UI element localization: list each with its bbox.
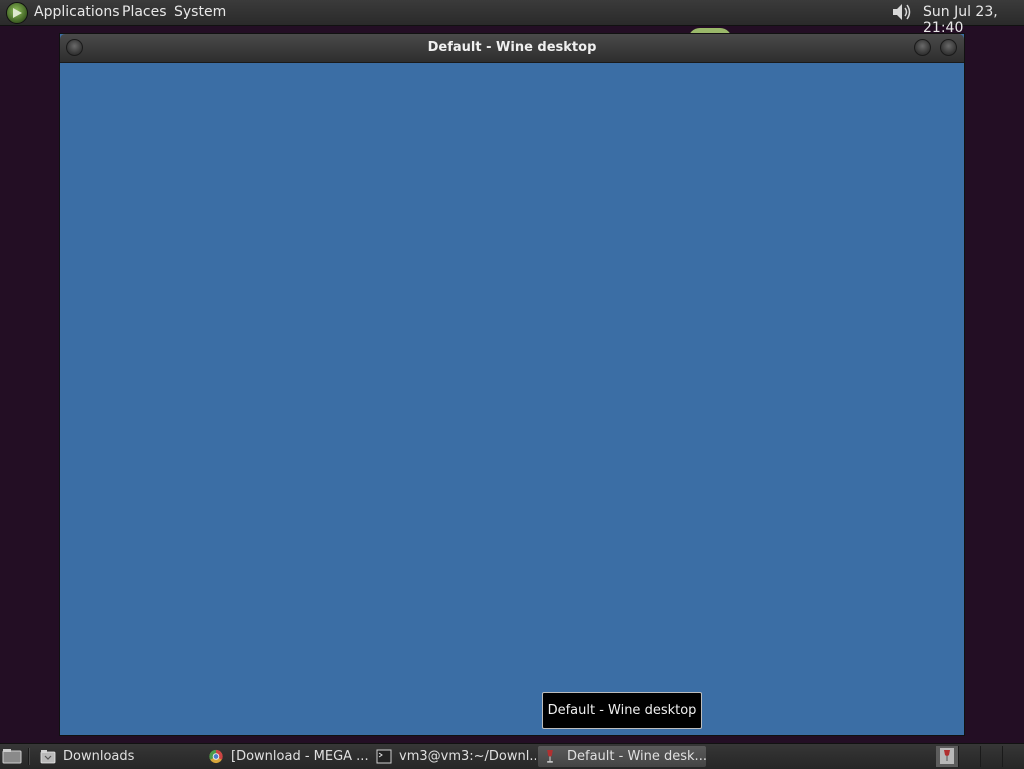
workspace-3[interactable] — [958, 746, 981, 767]
workspace-4[interactable] — [980, 746, 1003, 767]
task-wine-desktop[interactable]: Default - Wine desk... — [538, 746, 706, 767]
show-desktop-icon[interactable] — [2, 748, 22, 764]
task-label: Downloads — [63, 749, 135, 764]
folder-icon — [40, 750, 56, 764]
task-label: Default - Wine desk... — [567, 749, 706, 764]
main-menu-logo-icon[interactable] — [6, 2, 28, 24]
chrome-icon — [209, 749, 223, 764]
window-titlebar[interactable]: Default - Wine desktop — [60, 34, 964, 63]
task-chrome[interactable]: [Download - MEGA ... — [204, 746, 370, 767]
close-button[interactable] — [940, 39, 957, 56]
wine-desktop-window: Default - Wine desktop — [60, 34, 964, 735]
task-downloads[interactable]: Downloads — [36, 746, 196, 767]
menu-places[interactable]: Places — [122, 4, 167, 20]
bottom-panel: Downloads [Download - MEGA ... vm3@vm3:~… — [0, 743, 1024, 769]
clock[interactable]: Sun Jul 23, 21:40 — [923, 4, 1024, 36]
top-panel: Applications Places System Sun Jul 23, 2… — [0, 0, 1024, 36]
menu-system[interactable]: System — [174, 4, 226, 20]
task-terminal[interactable]: vm3@vm3:~/Downl... — [372, 746, 536, 767]
workspace-2[interactable] — [936, 746, 959, 767]
menu-applications[interactable]: Applications — [34, 4, 120, 20]
wine-icon — [547, 749, 553, 763]
terminal-icon — [376, 749, 392, 764]
minimize-button[interactable] — [914, 39, 931, 56]
window-title: Default - Wine desktop — [427, 40, 597, 55]
task-label: [Download - MEGA ... — [231, 749, 369, 764]
desktop-background: Applications Places System Sun Jul 23, 2… — [0, 0, 1024, 769]
wine-desktop-area[interactable] — [60, 63, 964, 735]
play-icon — [13, 8, 22, 18]
taskbar-tooltip: Default - Wine desktop — [542, 692, 702, 729]
wine-mini-icon — [940, 748, 954, 764]
taskbar-separator — [28, 748, 30, 765]
task-label: vm3@vm3:~/Downl... — [399, 749, 536, 764]
volume-icon[interactable] — [890, 2, 914, 22]
workspace-1[interactable] — [914, 746, 937, 767]
